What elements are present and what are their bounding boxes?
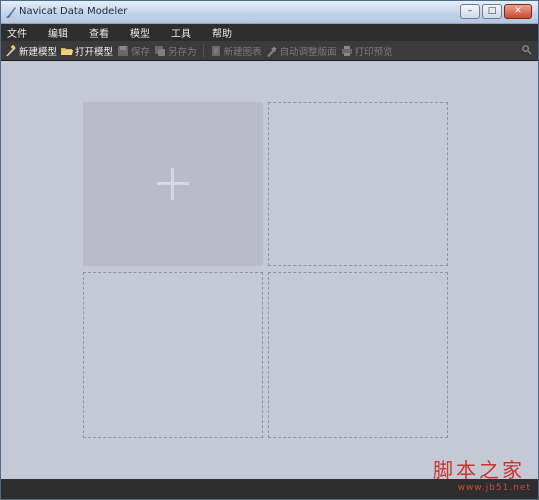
window-controls: – □ ✕ bbox=[458, 4, 532, 19]
new-diagram-label: 新建图表 bbox=[223, 46, 262, 58]
new-model-button[interactable]: 新建模型 bbox=[5, 44, 57, 58]
minimize-icon: – bbox=[467, 6, 473, 16]
toolbar-separator bbox=[202, 44, 204, 57]
menu-model[interactable]: 模型 bbox=[130, 25, 150, 40]
toolbar: 新建模型 打开模型 保存 另存为 新建图表 自动调整版面 打印预览 bbox=[1, 41, 538, 61]
auto-layout-icon bbox=[266, 45, 277, 57]
toolbar-options-icon[interactable] bbox=[521, 44, 532, 58]
app-window: Navicat Data Modeler – □ ✕ 文件 编辑 查看 模型 工… bbox=[0, 0, 539, 500]
print-preview-icon bbox=[341, 45, 352, 56]
new-model-icon bbox=[6, 44, 16, 56]
auto-layout-label: 自动调整版面 bbox=[279, 46, 337, 58]
save-label: 保存 bbox=[131, 46, 151, 58]
print-preview-button[interactable]: 打印预览 bbox=[341, 44, 393, 58]
new-model-label: 新建模型 bbox=[19, 46, 58, 58]
open-model-button[interactable]: 打开模型 bbox=[61, 44, 113, 58]
save-as-icon bbox=[155, 45, 166, 56]
menu-file[interactable]: 文件 bbox=[7, 25, 27, 40]
recent-model-slot bbox=[268, 102, 448, 266]
save-as-button[interactable]: 另存为 bbox=[154, 44, 197, 58]
maximize-icon: □ bbox=[487, 6, 497, 16]
plus-icon bbox=[157, 168, 189, 200]
minimize-button[interactable]: – bbox=[460, 4, 480, 19]
recent-model-slot bbox=[83, 272, 263, 438]
save-as-label: 另存为 bbox=[168, 46, 197, 58]
watermark-url: www.jb51.net bbox=[457, 483, 531, 493]
maximize-button[interactable]: □ bbox=[482, 4, 502, 19]
watermark-brand: 脚本之家 bbox=[433, 458, 525, 482]
new-diagram-button[interactable]: 新建图表 bbox=[210, 44, 262, 58]
workspace bbox=[1, 61, 538, 479]
save-button[interactable]: 保存 bbox=[117, 44, 150, 58]
print-preview-label: 打印预览 bbox=[354, 46, 393, 58]
window-title: Navicat Data Modeler bbox=[19, 6, 128, 17]
title-bar: Navicat Data Modeler – □ ✕ bbox=[1, 1, 538, 24]
menu-bar: 文件 编辑 查看 模型 工具 帮助 bbox=[1, 24, 538, 41]
close-button[interactable]: ✕ bbox=[504, 4, 532, 19]
menu-view[interactable]: 查看 bbox=[89, 25, 109, 40]
folder-icon bbox=[61, 47, 74, 55]
recent-model-slot bbox=[268, 272, 448, 438]
open-model-label: 打开模型 bbox=[75, 46, 114, 58]
save-icon bbox=[118, 45, 129, 56]
menu-edit[interactable]: 编辑 bbox=[48, 25, 68, 40]
close-icon: ✕ bbox=[514, 6, 522, 16]
navicat-app-icon bbox=[5, 5, 17, 19]
menu-help[interactable]: 帮助 bbox=[212, 25, 232, 40]
new-model-tile[interactable] bbox=[83, 102, 263, 266]
new-diagram-icon bbox=[211, 45, 220, 56]
menu-tools[interactable]: 工具 bbox=[171, 25, 191, 40]
auto-layout-button[interactable]: 自动调整版面 bbox=[266, 44, 337, 58]
